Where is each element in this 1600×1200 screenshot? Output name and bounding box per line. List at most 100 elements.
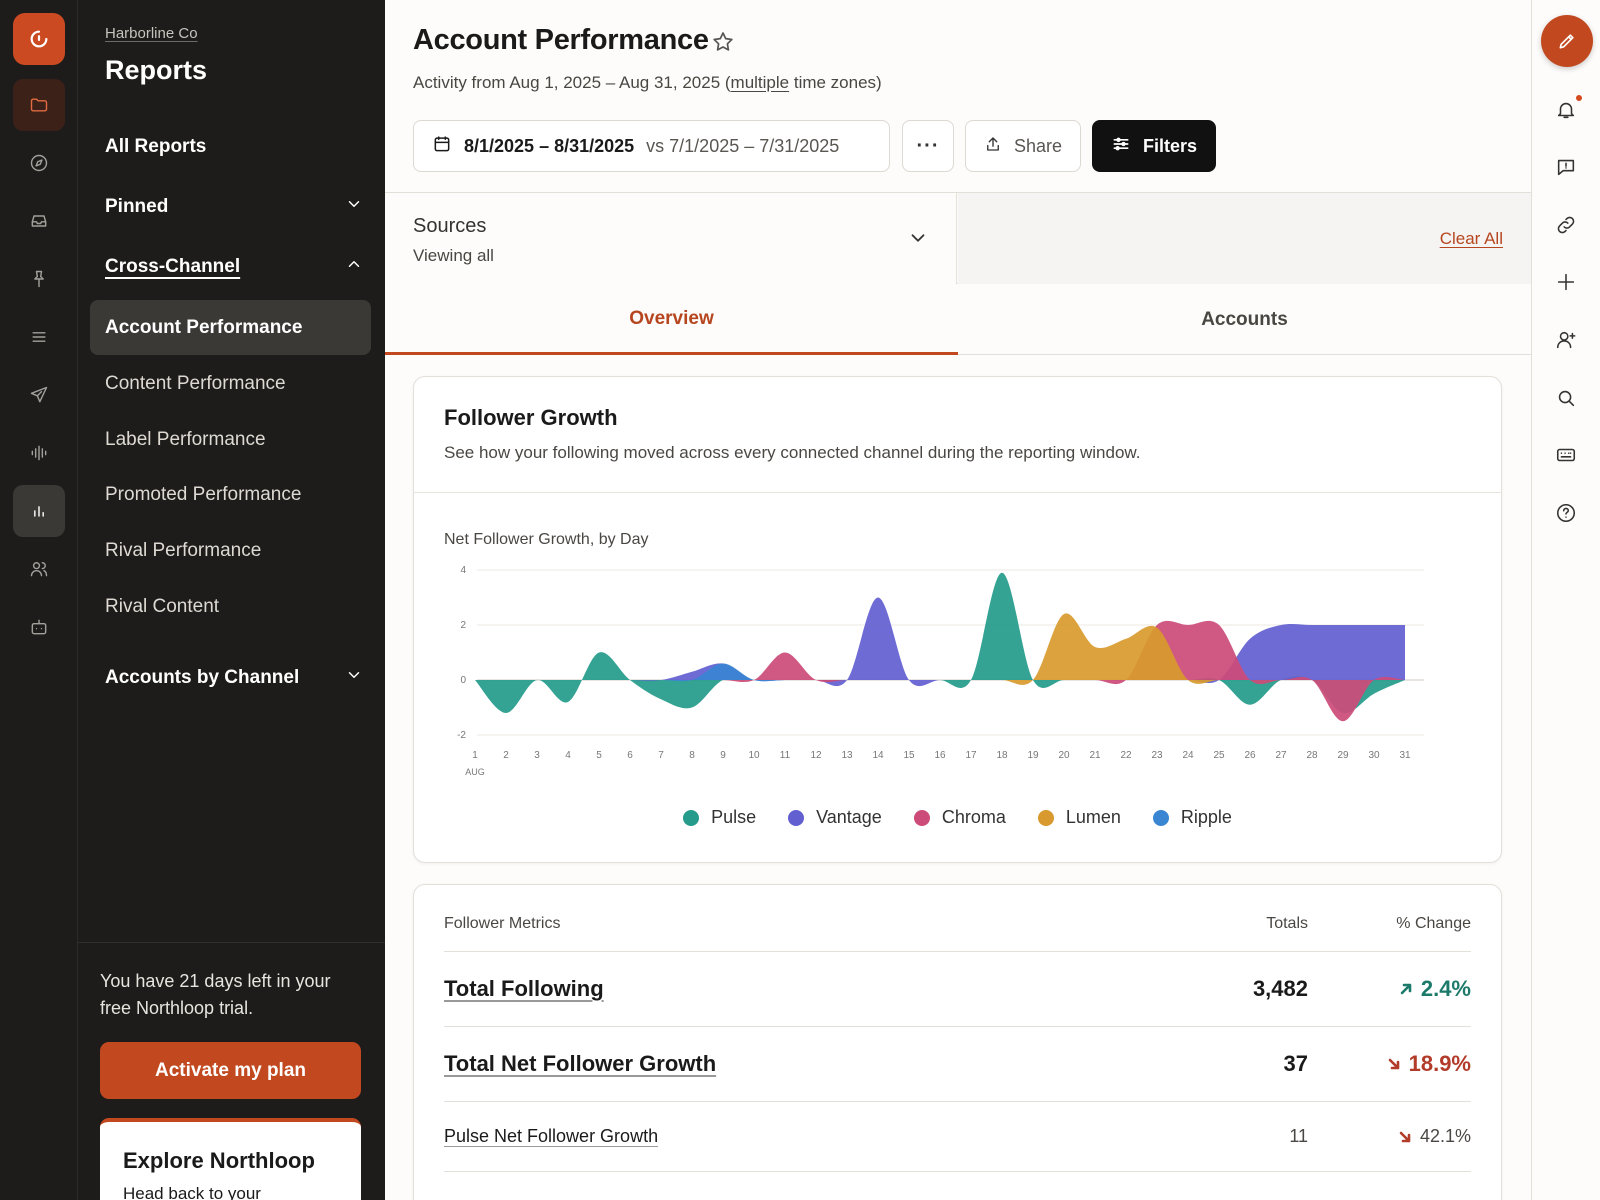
explore-title: Explore Northloop <box>123 1148 315 1173</box>
sources-filter-area: Clear All <box>958 193 1531 284</box>
metric-row: Total Net Follower Growth 37 18.9% <box>444 1026 1471 1101</box>
feedback-icon[interactable] <box>1555 156 1579 180</box>
metric-row: Total Following 3,482 2.4% <box>444 951 1471 1026</box>
metric-change-value: 42.1% <box>1419 1126 1471 1146</box>
date-range-picker[interactable]: 8/1/2025 – 8/31/2025 vs 7/1/2025 – 7/31/… <box>413 120 890 172</box>
help-icon[interactable] <box>1555 502 1579 526</box>
x-tick-label: 29 <box>1337 750 1349 761</box>
subtitle-suffix: time zones) <box>789 73 882 92</box>
share-button[interactable]: Share <box>965 120 1081 172</box>
metric-name-link[interactable]: Total Following <box>444 976 604 1002</box>
tab-overview[interactable]: Overview <box>385 285 958 355</box>
metric-change: 42.1% <box>1398 1126 1471 1147</box>
legend-dot <box>788 809 805 826</box>
legend-item-lumen[interactable]: Lumen <box>1037 807 1121 828</box>
sources-subtitle: Viewing all <box>413 246 494 265</box>
icon-rail <box>0 0 78 1200</box>
share-label: Share <box>1013 135 1063 156</box>
y-tick-label: -2 <box>457 730 466 741</box>
waveform-icon[interactable] <box>13 427 65 479</box>
x-tick-label: 24 <box>1182 750 1194 761</box>
activate-plan-button[interactable]: Activate my plan <box>100 1042 361 1099</box>
star-icon[interactable] <box>711 30 735 54</box>
list-icon[interactable] <box>13 311 65 363</box>
search-icon[interactable] <box>1555 387 1579 411</box>
send-icon[interactable] <box>13 369 65 421</box>
tab-bar: Overview Accounts <box>385 285 1531 355</box>
legend-label: Ripple <box>1180 807 1232 827</box>
x-tick-label: 1 <box>472 750 478 761</box>
sources-bar: Sources Viewing all Clear All <box>385 192 1531 284</box>
folder-icon[interactable] <box>13 79 65 131</box>
compose-button[interactable] <box>1541 15 1593 67</box>
right-rail <box>1531 0 1600 1200</box>
explore-subtitle: Head back to your <box>123 1184 261 1200</box>
x-tick-label: 2 <box>503 750 509 761</box>
sidebar-item-label-performance[interactable]: Label Performance <box>90 412 371 467</box>
bot-icon[interactable] <box>13 601 65 653</box>
compass-icon[interactable] <box>13 137 65 189</box>
chevron-down-icon <box>907 227 929 249</box>
sidebar-item-rival-performance[interactable]: Rival Performance <box>90 523 371 578</box>
legend-item-vantage[interactable]: Vantage <box>788 807 882 828</box>
x-tick-label: 3 <box>534 750 540 761</box>
sliders-icon <box>1111 134 1143 159</box>
link-icon[interactable] <box>1555 214 1579 238</box>
metric-name-link[interactable]: Total Net Follower Growth <box>444 1051 716 1077</box>
nav-accounts-by-channel[interactable]: Accounts by Channel <box>105 663 363 693</box>
filters-label: Filters <box>1142 135 1198 156</box>
legend-item-pulse[interactable]: Pulse <box>683 807 756 828</box>
nav-cross-channel-label: Cross-Channel <box>105 256 241 277</box>
metrics-header-change: % Change <box>1396 915 1471 932</box>
clear-all-link[interactable]: Clear All <box>1440 229 1503 249</box>
sidebar-item-rival-content[interactable]: Rival Content <box>90 579 371 634</box>
net-growth-chart: 420-21 2 3 4 5 6 7 8 9 10 11 12 13 14 15 16 17 18 19 20 21 22… <box>457 565 1424 777</box>
x-tick-label: 11 <box>780 750 791 761</box>
plus-icon[interactable] <box>1555 271 1579 295</box>
x-tick-label: 10 <box>748 750 760 761</box>
sidebar-item-account-performance[interactable]: Account Performance <box>90 300 371 355</box>
nav-cross-channel[interactable]: Cross-Channel <box>105 252 363 282</box>
main-content: Account Performance Activity from Aug 1,… <box>385 0 1531 1200</box>
nav-accounts-by-channel-label: Accounts by Channel <box>105 667 300 688</box>
card-description: See how your following moved across ever… <box>444 443 1141 462</box>
bell-icon[interactable] <box>1555 99 1579 123</box>
chevron-up-icon <box>345 255 363 279</box>
add-user-icon[interactable] <box>1555 329 1579 353</box>
x-tick-label: 21 <box>1089 750 1101 761</box>
users-icon[interactable] <box>13 543 65 595</box>
y-tick-label: 4 <box>460 565 466 576</box>
org-name-link[interactable]: Harborline Co <box>105 25 198 42</box>
metric-name-link[interactable]: Pulse Net Follower Growth <box>444 1126 658 1147</box>
sources-dropdown[interactable]: Sources Viewing all <box>385 193 957 284</box>
pin-icon[interactable] <box>13 253 65 305</box>
legend-item-ripple[interactable]: Ripple <box>1152 807 1232 828</box>
chevron-down-icon <box>345 666 363 690</box>
x-tick-label: 13 <box>841 750 853 761</box>
legend-label: Vantage <box>816 807 882 827</box>
legend-item-chroma[interactable]: Chroma <box>913 807 1006 828</box>
tab-accounts[interactable]: Accounts <box>958 285 1531 355</box>
legend-label: Lumen <box>1065 807 1121 827</box>
sidebar-item-content-performance[interactable]: Content Performance <box>90 356 371 411</box>
metric-row: Pulse Net Follower Growth 11 42.1% <box>444 1101 1471 1171</box>
bar-chart-icon[interactable] <box>13 485 65 537</box>
nav-all-reports[interactable]: All Reports <box>105 132 363 162</box>
sidebar-item-promoted-performance[interactable]: Promoted Performance <box>90 467 371 522</box>
legend-dot <box>683 809 700 826</box>
more-options-button[interactable]: ··· <box>902 120 954 172</box>
explore-card[interactable]: Explore Northloop Head back to your <box>100 1118 361 1200</box>
time-zones-link[interactable]: multiple <box>731 73 790 92</box>
compare-range-value: vs 7/1/2025 – 7/31/2025 <box>646 135 840 156</box>
app-logo-icon[interactable] <box>13 13 65 65</box>
inbox-icon[interactable] <box>13 195 65 247</box>
x-month-label: AUG <box>465 767 485 777</box>
nav-pinned-label: Pinned <box>105 196 169 217</box>
page-title: Account Performance <box>413 24 709 56</box>
metric-change: 18.9% <box>1387 1051 1471 1077</box>
x-tick-label: 12 <box>810 750 822 761</box>
filters-button[interactable]: Filters <box>1092 120 1216 172</box>
keyboard-icon[interactable] <box>1555 444 1579 468</box>
x-tick-label: 30 <box>1368 750 1380 761</box>
nav-pinned[interactable]: Pinned <box>105 192 363 222</box>
